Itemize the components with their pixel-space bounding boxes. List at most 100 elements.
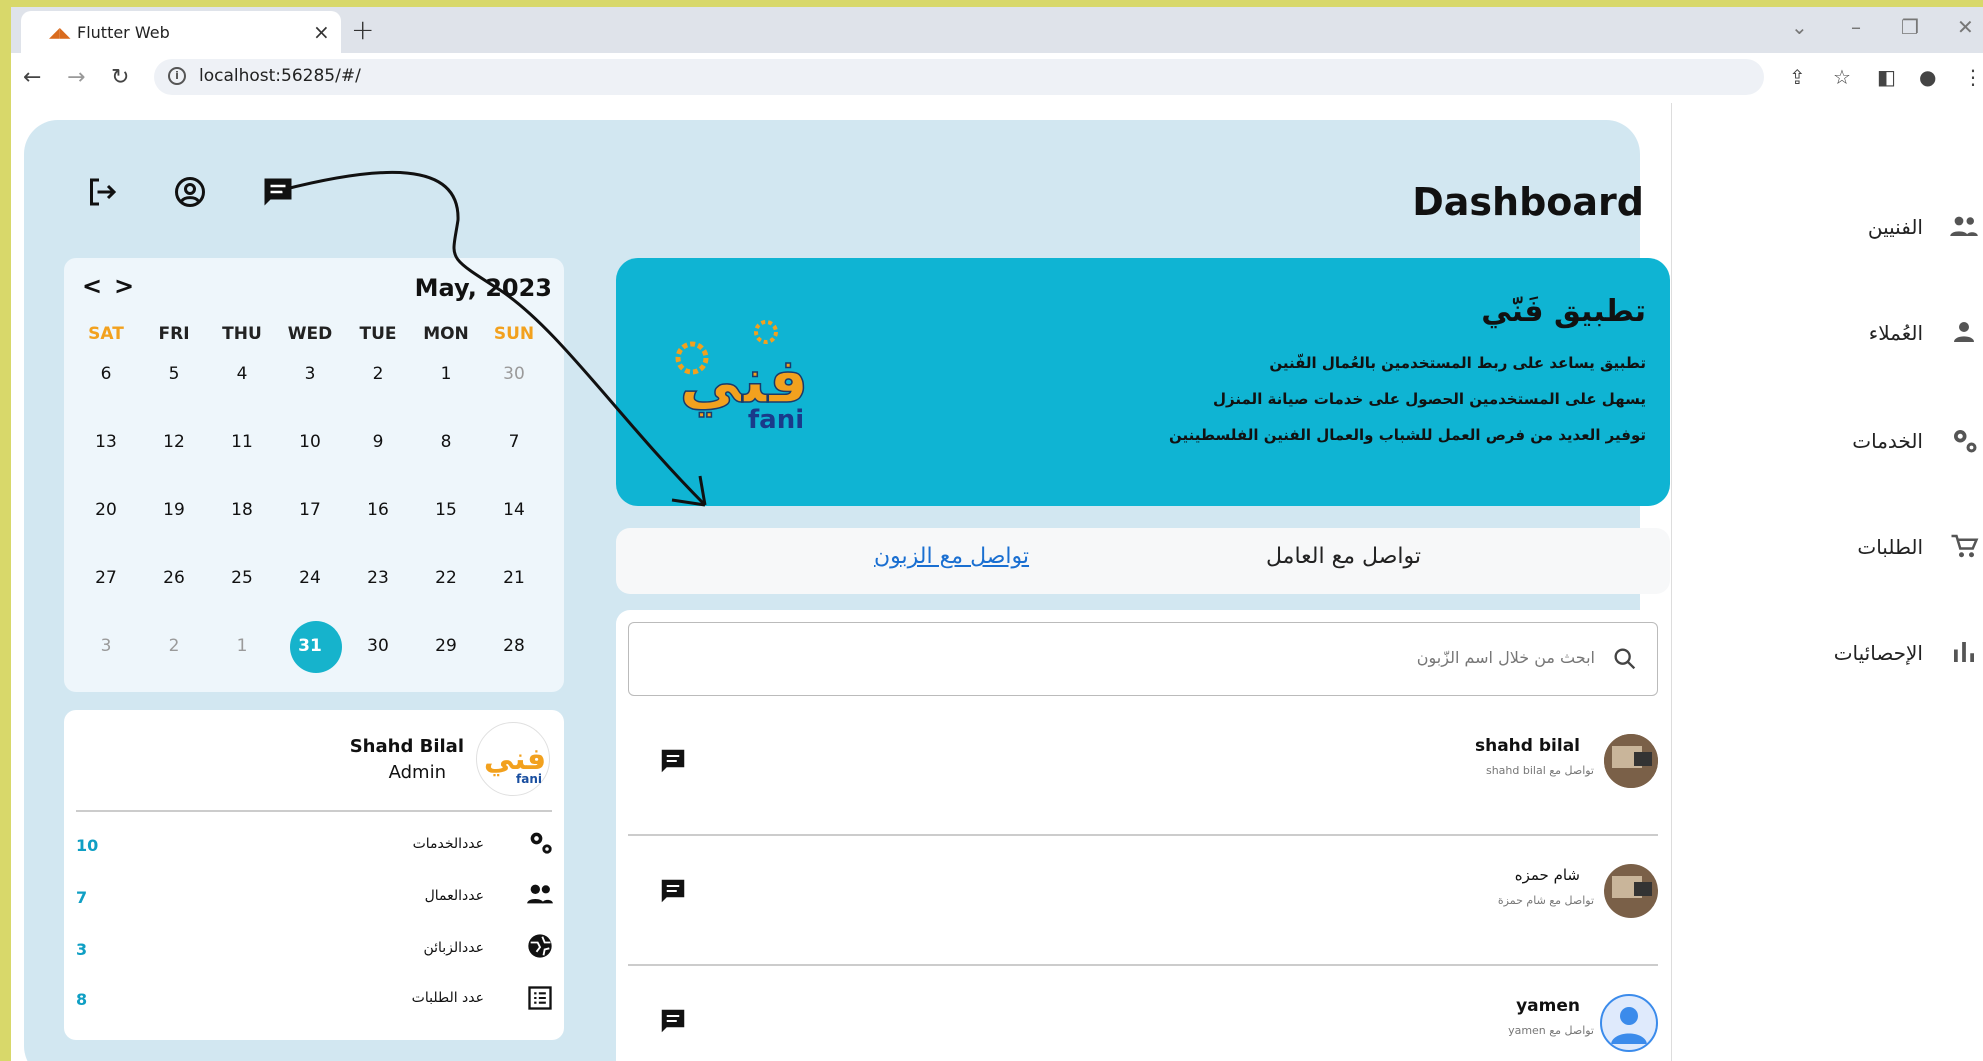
profile-card: فني fani Shahd Bilal Admin عددالخدمات 10… (64, 710, 564, 1040)
tab-close-icon[interactable]: × (313, 20, 330, 44)
calendar-day[interactable]: 4 (208, 348, 276, 400)
message-icon[interactable] (658, 1006, 688, 1036)
flutter-favicon-icon: ◢◣ (49, 25, 71, 41)
url-box[interactable]: i localhost:56285/#/ (154, 59, 1764, 95)
calendar-day[interactable]: 30 (480, 348, 548, 400)
new-tab-button[interactable]: + (351, 13, 374, 46)
calendar-day[interactable]: 30 (344, 620, 412, 672)
sidebar-item-label: الخدمات (1852, 429, 1923, 453)
message-icon[interactable] (658, 876, 688, 906)
calendar-prev-button[interactable]: < (82, 272, 102, 300)
calendar-day[interactable]: 3 (72, 620, 140, 672)
calendar-day[interactable]: 15 (412, 484, 480, 536)
calendar-day[interactable]: 29 (412, 620, 480, 672)
stat-value-customers: 3 (76, 940, 88, 959)
main-panel: Dashboard < > May, 2023 SAT FRI THU WED TUE M… (24, 120, 1670, 1061)
sidebar-item-orders[interactable]: الطلبات (1691, 523, 1983, 573)
close-window-button[interactable]: ✕ (1957, 15, 1974, 39)
calendar-day[interactable]: 22 (412, 552, 480, 604)
tab-contact-customer[interactable]: تواصل مع الزبون (874, 544, 1029, 569)
account-circle-icon[interactable] (172, 174, 208, 210)
sidebar-item-technicians[interactable]: الفنيين (1691, 203, 1983, 253)
logout-icon[interactable] (84, 174, 120, 210)
calendar-day[interactable]: 13 (72, 416, 140, 468)
chat-row[interactable]: شام حمزه تواصل مع شام حمزة (628, 836, 1658, 966)
calendar-day[interactable]: 16 (344, 484, 412, 536)
side-panel-icon[interactable]: ◧ (1877, 65, 1896, 89)
calendar-day[interactable]: 5 (140, 348, 208, 400)
gears-icon (1954, 430, 1977, 453)
calendar-day[interactable]: 3 (276, 348, 344, 400)
share-icon[interactable]: ⇪ (1789, 65, 1806, 89)
tab-contact-worker[interactable]: تواصل مع العامل (1266, 544, 1421, 569)
chat-name: yamen (1516, 996, 1580, 1016)
sidebar-item-customers[interactable]: العُملاء (1691, 309, 1983, 359)
search-box (628, 622, 1658, 696)
avatar: فني fani (476, 722, 550, 796)
calendar-day[interactable]: 23 (344, 552, 412, 604)
room-photo-icon (1604, 864, 1658, 918)
sidebar-item-services[interactable]: الخدمات (1691, 417, 1983, 467)
calendar-day[interactable]: 19 (140, 484, 208, 536)
calendar-day[interactable]: 28 (480, 620, 548, 672)
chat-subtitle: تواصل مع شام حمزة (1497, 894, 1594, 907)
tab-search-icon[interactable]: ⌄ (1791, 15, 1808, 39)
calendar-day[interactable]: 8 (412, 416, 480, 468)
avatar (1604, 734, 1658, 788)
reload-icon[interactable]: ↻ (111, 65, 129, 90)
calendar-day[interactable]: 26 (140, 552, 208, 604)
people-icon (1950, 216, 1978, 236)
search-icon[interactable] (1611, 645, 1639, 673)
weekday-label: SUN (493, 324, 535, 344)
chat-subtitle: تواصل مع yamen (1508, 1024, 1594, 1037)
calendar-day[interactable]: 25 (208, 552, 276, 604)
calendar-day[interactable]: 6 (72, 348, 140, 400)
cart-icon (1951, 534, 1979, 558)
forward-icon[interactable]: → (67, 65, 85, 90)
calendar-day[interactable]: 20 (72, 484, 140, 536)
chat-row[interactable]: shahd bilal تواصل مع shahd bilal (628, 706, 1658, 836)
sidebar-item-statistics[interactable]: الإحصائيات (1691, 629, 1983, 679)
calendar-day[interactable]: 2 (344, 348, 412, 400)
calendar-day[interactable]: 2 (140, 620, 208, 672)
stat-value-orders: 8 (76, 990, 88, 1009)
calendar-day[interactable]: 18 (208, 484, 276, 536)
back-icon[interactable]: ← (23, 65, 41, 90)
minimize-button[interactable]: – (1851, 15, 1861, 39)
calendar-day[interactable]: 21 (480, 552, 548, 604)
calendar-next-button[interactable]: > (114, 272, 134, 300)
calendar-day[interactable]: 9 (344, 416, 412, 468)
stat-label-customers: عددالزبائن (423, 940, 484, 956)
calendar-day[interactable]: 1 (208, 620, 276, 672)
svg-text:fani: fani (748, 405, 804, 435)
calendar-day[interactable]: 14 (480, 484, 548, 536)
calendar-day[interactable]: 12 (140, 416, 208, 468)
sidebar-item-label: الفنيين (1867, 215, 1923, 239)
browser-tab[interactable]: ◢◣ Flutter Web × (21, 11, 341, 53)
calendar-day[interactable]: 11 (208, 416, 276, 468)
weekday-label: WED (287, 324, 333, 344)
weekday-label: MON (423, 324, 469, 344)
message-icon[interactable] (658, 746, 688, 776)
profile-name: Shahd Bilal (349, 736, 464, 757)
calendar-day-today[interactable]: 31 (276, 620, 344, 672)
chat-icon[interactable] (260, 174, 296, 210)
chat-row[interactable]: yamen تواصل مع yamen (628, 966, 1658, 1061)
calendar-day[interactable]: 7 (480, 416, 548, 468)
site-info-icon[interactable]: i (168, 67, 186, 85)
calendar-day[interactable]: 1 (412, 348, 480, 400)
search-input[interactable] (693, 647, 1597, 668)
calendar-day[interactable]: 27 (72, 552, 140, 604)
weekday-label: SAT (88, 324, 124, 344)
banner-line-3: توفير العديد من فرص العمل للشباب والعمال… (1169, 426, 1646, 444)
menu-kebab-icon[interactable]: ⋮ (1963, 65, 1983, 89)
bookmark-star-icon[interactable]: ☆ (1833, 65, 1851, 89)
sidebar-item-label: الإحصائيات (1833, 641, 1923, 665)
profile-icon[interactable]: ● (1919, 65, 1936, 89)
restore-button[interactable]: ❐ (1901, 15, 1919, 39)
calendar-day[interactable]: 24 (276, 552, 344, 604)
weekday-label: THU (222, 324, 262, 344)
app-banner: تطبيق فَنّي تطبيق يساعد على ربط المستخدم… (616, 258, 1670, 506)
calendar-day[interactable]: 17 (276, 484, 344, 536)
calendar-day[interactable]: 10 (276, 416, 344, 468)
